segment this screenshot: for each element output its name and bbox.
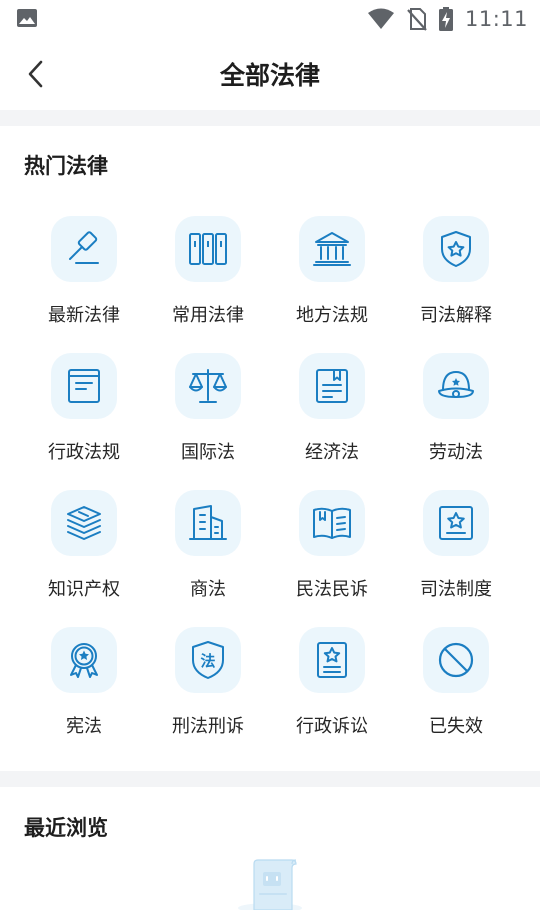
- books-icon: [189, 233, 227, 265]
- category-tile: [423, 216, 489, 282]
- star-frame-icon: [439, 506, 473, 540]
- rosette-star-icon: [70, 643, 98, 678]
- hot-laws-grid: 最新法律 常用法律 地方法规 司法解释 行政法规 国际法 经济法 劳动法 知识产…: [22, 208, 518, 756]
- bookmarked-document-icon: [316, 369, 348, 403]
- courthouse-icon: [313, 232, 351, 266]
- law-category-economic[interactable]: 经济法: [270, 345, 394, 482]
- battery-charging-icon: [438, 7, 453, 31]
- law-category-civil[interactable]: 民法民诉: [270, 482, 394, 619]
- scales-icon: [189, 369, 227, 403]
- category-label: 民法民诉: [296, 579, 368, 600]
- status-time: 11:11: [464, 7, 528, 31]
- stacked-books-icon: [67, 506, 101, 540]
- photo-icon: [17, 9, 37, 27]
- category-tile: [423, 490, 489, 556]
- law-category-repealed[interactable]: 已失效: [394, 619, 518, 756]
- law-category-criminal[interactable]: 法 刑法刑诉: [146, 619, 270, 756]
- law-category-commercial[interactable]: 商法: [146, 482, 270, 619]
- category-label: 地方法规: [296, 305, 368, 326]
- status-bar: 11:11: [0, 0, 540, 38]
- shield-star-icon: [441, 231, 471, 267]
- empty-document-icon: [238, 859, 302, 910]
- category-tile: [175, 353, 241, 419]
- svg-text:法: 法: [200, 652, 215, 670]
- folder-document-icon: [68, 369, 100, 403]
- law-category-administrative-regulations[interactable]: 行政法规: [22, 345, 146, 482]
- hot-laws-title: 热门法律: [24, 154, 108, 178]
- category-label: 司法制度: [420, 579, 492, 600]
- section-divider: [0, 110, 540, 126]
- open-book-icon: [313, 507, 351, 539]
- category-label: 刑法刑诉: [172, 716, 244, 737]
- wifi-icon: [367, 8, 394, 29]
- buildings-icon: [189, 505, 227, 540]
- category-label: 常用法律: [172, 305, 244, 326]
- police-cap-icon: [438, 371, 474, 398]
- law-category-labor[interactable]: 劳动法: [394, 345, 518, 482]
- category-label: 知识产权: [48, 579, 120, 600]
- category-tile: [51, 353, 117, 419]
- category-tile: [51, 216, 117, 282]
- category-label: 商法: [190, 579, 226, 600]
- section-divider: [0, 771, 540, 787]
- category-label: 经济法: [305, 442, 359, 463]
- law-category-intellectual-property[interactable]: 知识产权: [22, 482, 146, 619]
- category-label: 最新法律: [48, 305, 120, 326]
- law-category-local[interactable]: 地方法规: [270, 208, 394, 345]
- category-tile: [175, 216, 241, 282]
- category-label: 劳动法: [429, 442, 483, 463]
- status-icons: 11:11: [367, 4, 528, 34]
- category-tile: [51, 627, 117, 693]
- category-label: 已失效: [429, 716, 483, 737]
- no-sim-icon: [407, 8, 427, 31]
- category-label: 行政诉讼: [296, 716, 368, 737]
- law-category-international[interactable]: 国际法: [146, 345, 270, 482]
- law-shield-icon: 法: [192, 641, 224, 679]
- prohibited-icon: [438, 642, 474, 678]
- law-category-judicial-interpretation[interactable]: 司法解释: [394, 208, 518, 345]
- law-category-judicial-system[interactable]: 司法制度: [394, 482, 518, 619]
- recent-browsing-title: 最近浏览: [24, 816, 108, 840]
- category-label: 司法解释: [420, 305, 492, 326]
- star-document-icon: [317, 642, 347, 678]
- law-category-constitution[interactable]: 宪法: [22, 619, 146, 756]
- category-tile: [299, 216, 365, 282]
- category-tile: [299, 490, 365, 556]
- category-tile: [423, 353, 489, 419]
- category-label: 国际法: [181, 442, 235, 463]
- gavel-icon: [69, 231, 99, 264]
- category-tile: [299, 353, 365, 419]
- category-tile: [299, 627, 365, 693]
- law-category-administrative-litigation[interactable]: 行政诉讼: [270, 619, 394, 756]
- category-tile: 法: [175, 627, 241, 693]
- category-tile: [175, 490, 241, 556]
- category-tile: [51, 490, 117, 556]
- law-category-common[interactable]: 常用法律: [146, 208, 270, 345]
- law-category-latest[interactable]: 最新法律: [22, 208, 146, 345]
- category-label: 行政法规: [48, 442, 120, 463]
- navigation-bar: 全部法律: [0, 38, 540, 110]
- page-title: 全部法律: [219, 61, 320, 90]
- category-tile: [423, 627, 489, 693]
- category-label: 宪法: [66, 716, 102, 737]
